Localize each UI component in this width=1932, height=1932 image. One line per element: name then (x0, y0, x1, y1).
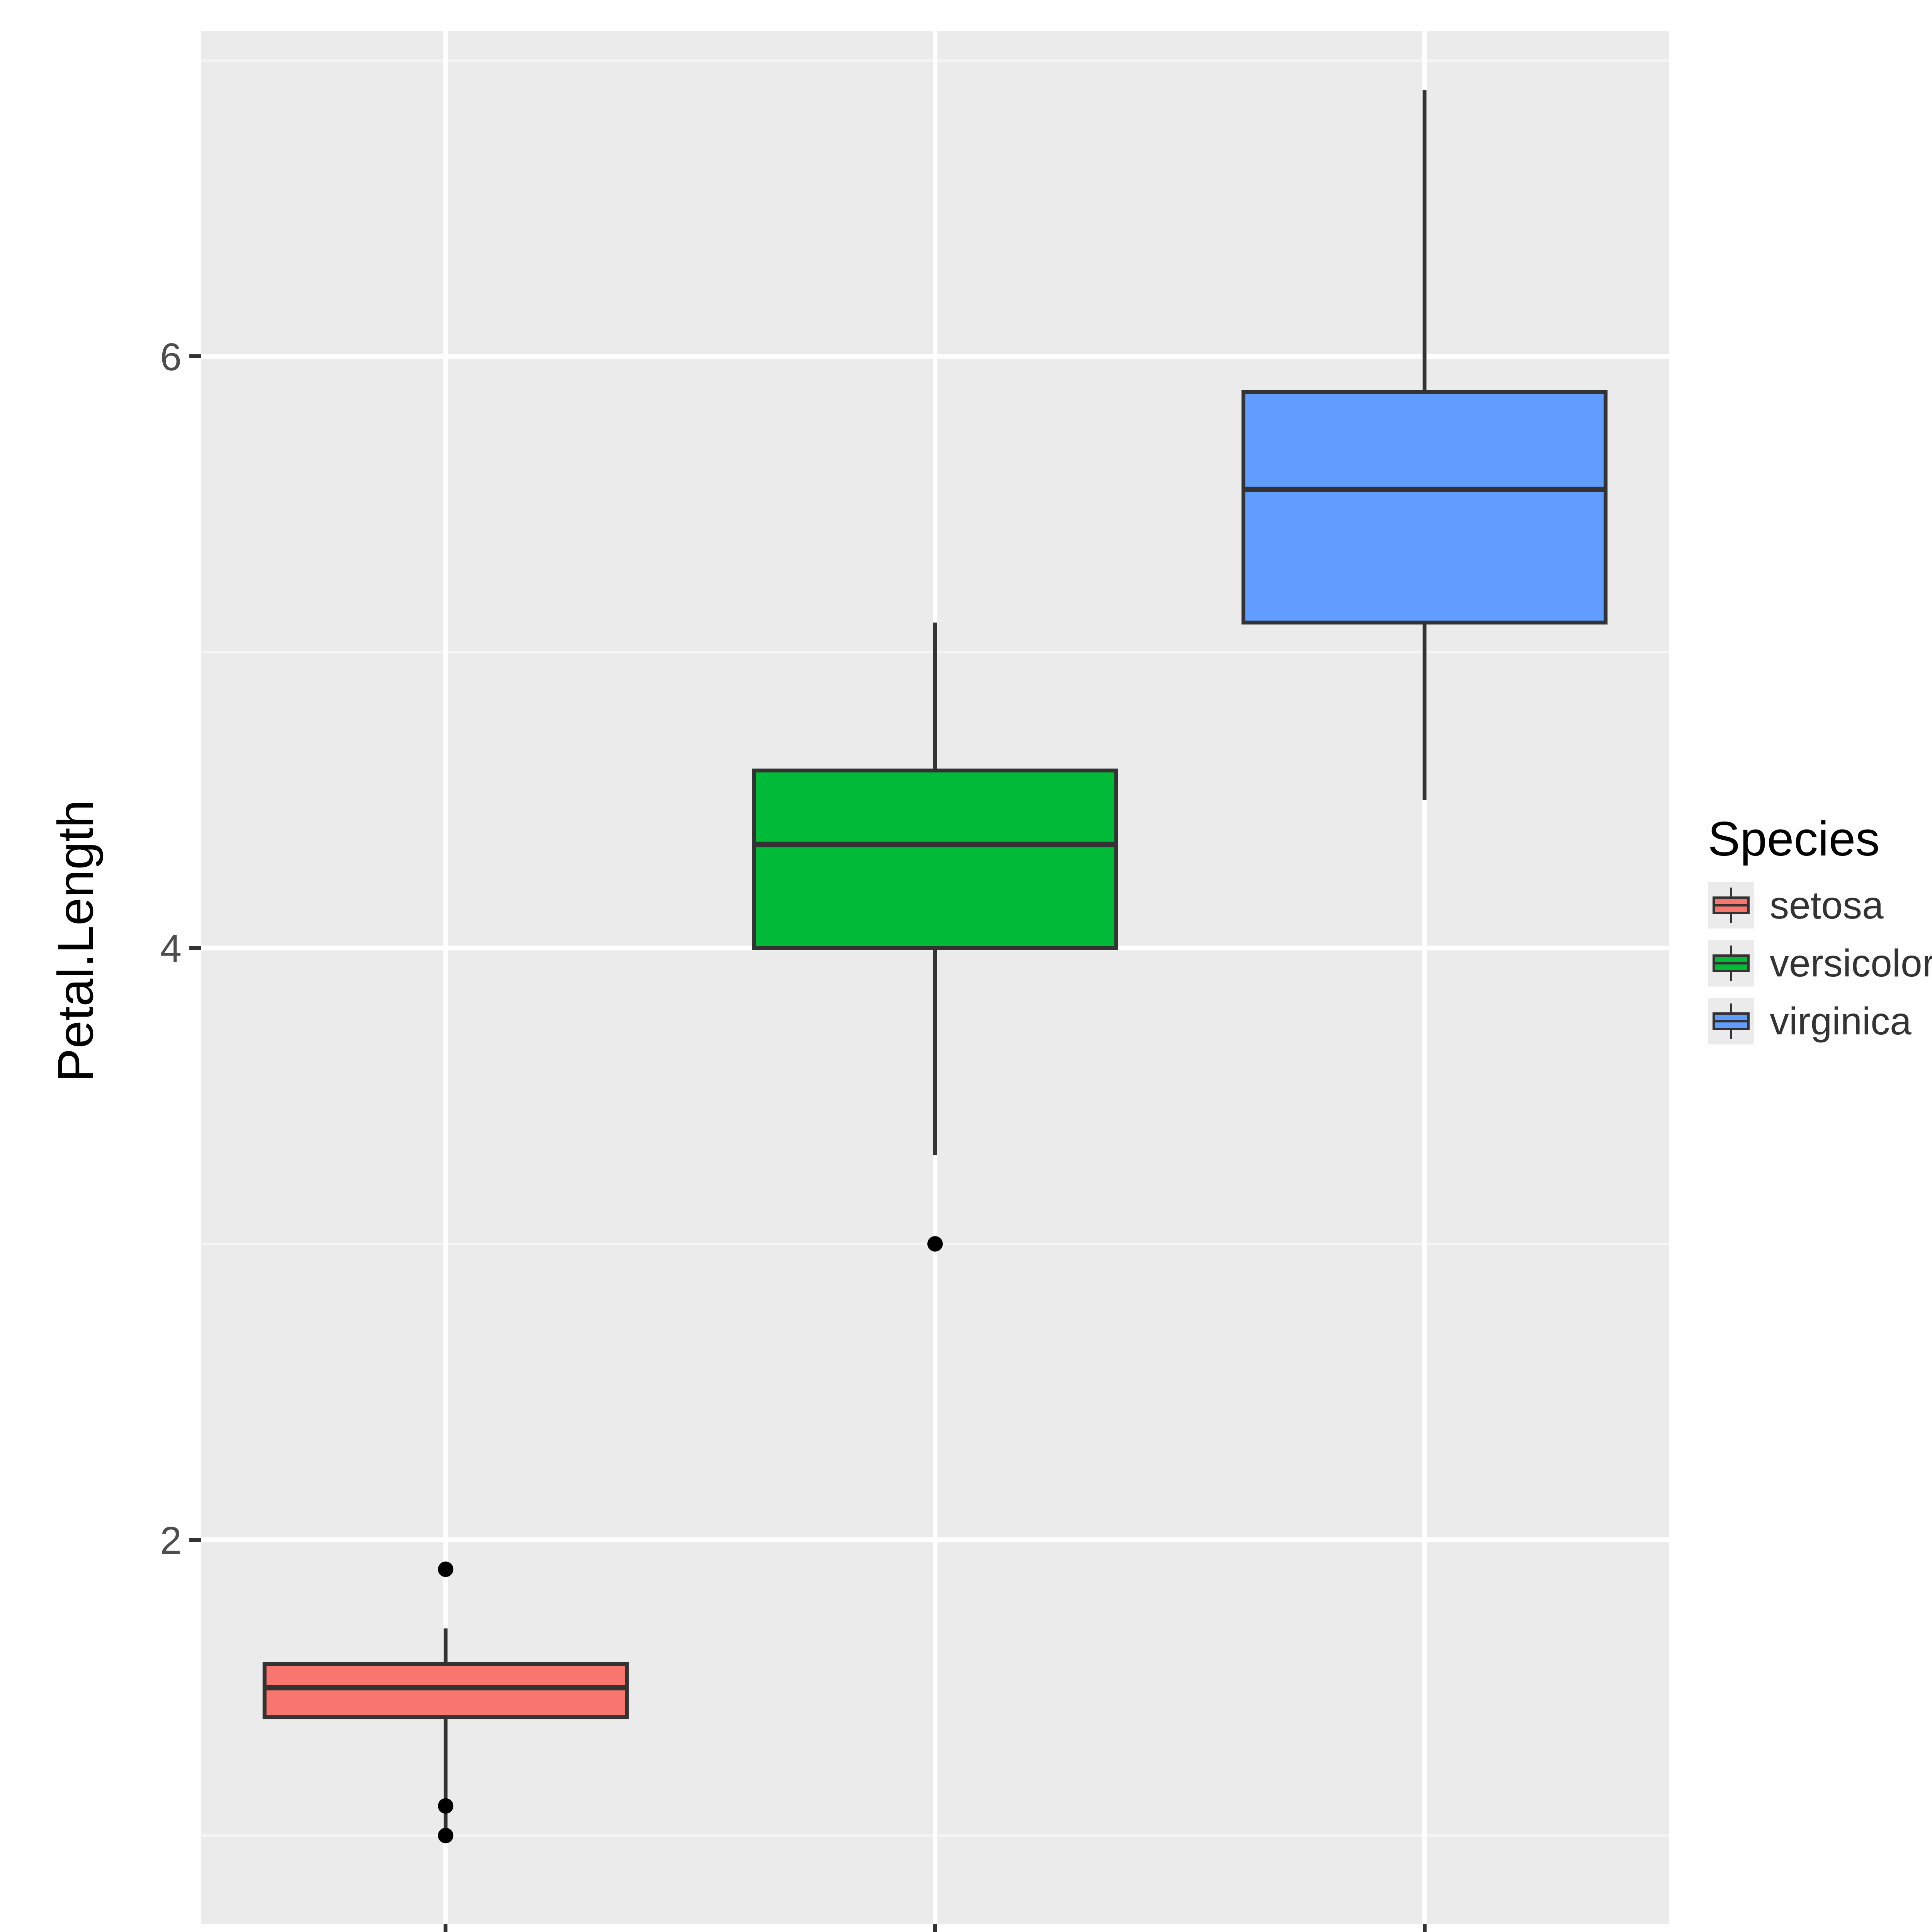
x-tick-mark (444, 1924, 447, 1932)
legend-label: setosa (1770, 883, 1884, 928)
outlier (438, 1798, 453, 1814)
legend-title: Species (1708, 811, 1932, 867)
y-tick-mark (189, 354, 201, 358)
y-axis-title-text: Petal.Length (47, 800, 104, 1082)
y-tick-mark (189, 1538, 201, 1542)
x-tick-mark (1423, 1924, 1427, 1932)
legend-items: setosa versicolor virginica (1708, 882, 1932, 1044)
plot-svg (201, 31, 1669, 1924)
outlier (438, 1561, 453, 1577)
box-setosa (265, 1664, 627, 1717)
chart-root: Petal.Length Species 2 4 6 setosa versicolo… (0, 0, 1932, 1932)
legend-key (1708, 998, 1754, 1044)
y-tick-label: 6 (160, 335, 182, 379)
box-virginica (1243, 392, 1605, 622)
legend-item-setosa: setosa (1708, 882, 1932, 929)
outlier (438, 1828, 453, 1843)
outlier (927, 1236, 943, 1252)
legend-label: virginica (1770, 999, 1912, 1044)
x-tick-mark (933, 1924, 937, 1932)
legend-key (1708, 940, 1754, 986)
box-versicolor (754, 770, 1116, 948)
plot-panel (201, 31, 1669, 1924)
legend-key (1708, 882, 1754, 929)
legend-item-versicolor: versicolor (1708, 940, 1932, 986)
y-tick-label: 2 (160, 1519, 182, 1563)
legend-label: versicolor (1770, 941, 1932, 986)
y-tick-mark (189, 946, 201, 950)
y-axis-title: Petal.Length (46, 800, 104, 1082)
legend-item-virginica: virginica (1708, 998, 1932, 1044)
legend: Species setosa versicolor virginica (1708, 811, 1932, 1056)
y-tick-label: 4 (160, 927, 182, 971)
